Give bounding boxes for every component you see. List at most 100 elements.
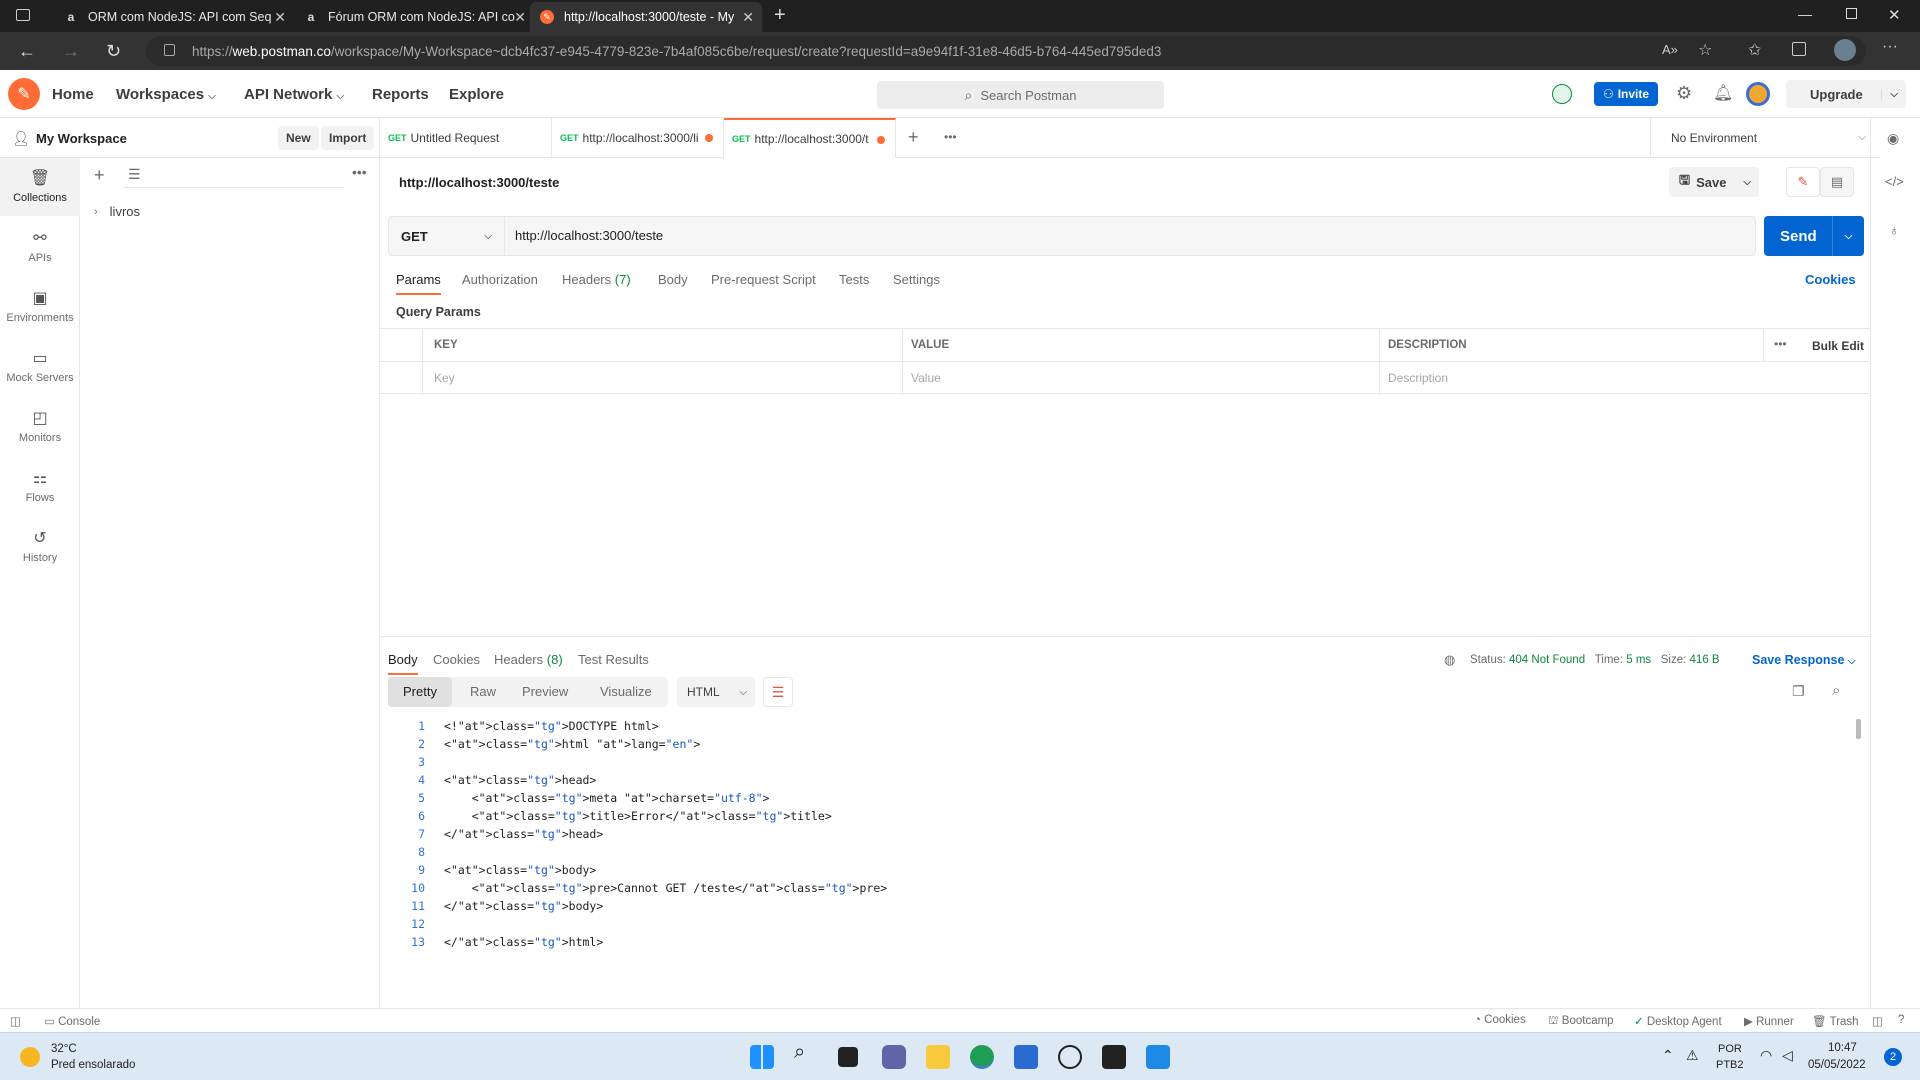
vscode-icon[interactable] xyxy=(1146,1045,1170,1069)
collection-item-livros[interactable]: › livros xyxy=(94,204,140,219)
environment-quick-look-icon[interactable]: ◉ xyxy=(1887,130,1899,147)
upgrade-button[interactable]: Upgrade ⌵ xyxy=(1786,80,1906,108)
lightbulb-icon[interactable]: ♁ xyxy=(1889,222,1900,238)
new-tab-icon[interactable]: + xyxy=(774,4,786,27)
dell-icon[interactable] xyxy=(1058,1045,1082,1069)
url-field[interactable]: https://web.postman.co/workspace/My-Work… xyxy=(146,36,1866,66)
wifi-icon[interactable]: ◠ xyxy=(1760,1047,1772,1064)
search-response-icon[interactable]: ⌕ xyxy=(1832,682,1840,699)
response-tab-headers[interactable]: Headers (8) xyxy=(494,652,563,667)
tab-headers[interactable]: Headers (7) xyxy=(562,272,631,287)
trash-button[interactable]: 🗑︎ Trash xyxy=(1812,1014,1859,1028)
settings-gear-icon[interactable]: ⚙ xyxy=(1676,83,1692,104)
request-title[interactable]: http://localhost:3000/teste xyxy=(399,175,559,190)
forward-icon[interactable]: → xyxy=(62,41,80,62)
code-snippet-icon[interactable]: </> xyxy=(1885,174,1904,189)
tab-actions-icon[interactable] xyxy=(16,9,30,21)
input-lang-2[interactable]: PTB2 xyxy=(1716,1059,1744,1071)
request-tab-1[interactable]: GET Untitled Request xyxy=(380,118,552,158)
favorites-icon[interactable]: ✩ xyxy=(1748,40,1761,60)
file-explorer-icon[interactable] xyxy=(926,1045,950,1069)
request-tab-2[interactable]: GET http://localhost:3000/li xyxy=(552,118,724,158)
copy-icon[interactable]: ❐ xyxy=(1792,683,1805,700)
workspace-name[interactable]: My Workspace xyxy=(36,131,127,146)
comments-icon[interactable]: ▤ xyxy=(1820,167,1854,197)
browser-menu-icon[interactable]: ··· xyxy=(1882,38,1898,56)
edit-pencil-icon[interactable]: ✎ xyxy=(1786,167,1820,197)
send-button[interactable]: Send ⌵ xyxy=(1764,216,1864,256)
weather-temp[interactable]: 32°C xyxy=(51,1043,77,1055)
clock-time[interactable]: 10:47 xyxy=(1828,1042,1857,1054)
filter-input[interactable] xyxy=(124,166,344,188)
profile-avatar[interactable] xyxy=(1834,39,1856,61)
rail-flows[interactable]: ⚏ Flows xyxy=(0,458,80,516)
tab-authorization[interactable]: Authorization xyxy=(462,272,538,287)
cookies-button[interactable]: ◔ Cookies xyxy=(1474,1014,1526,1026)
rail-history[interactable]: ↺ History xyxy=(0,518,80,576)
search-taskbar-icon[interactable]: ⌕ xyxy=(794,1041,818,1065)
nav-home[interactable]: Home xyxy=(52,86,94,103)
tab-params[interactable]: Params xyxy=(396,272,441,295)
tab-prerequest-script[interactable]: Pre-request Script xyxy=(711,272,816,287)
clock-date[interactable]: 05/05/2022 xyxy=(1808,1059,1866,1071)
nav-api-network[interactable]: API Network ⌵ xyxy=(244,86,344,103)
restore-icon[interactable] xyxy=(1846,8,1857,19)
rail-collections[interactable]: 🗑︎ Collections xyxy=(0,158,80,216)
rail-monitors[interactable]: ◰ Monitors xyxy=(0,398,80,456)
more-options-icon[interactable]: ••• xyxy=(1774,337,1787,351)
teams-chat-icon[interactable] xyxy=(882,1045,906,1069)
close-tab-icon[interactable]: ✕ xyxy=(274,9,286,26)
reload-icon[interactable]: ↻ xyxy=(106,41,121,62)
tab-settings[interactable]: Settings xyxy=(893,272,940,287)
security-warning-icon[interactable]: ⚠ xyxy=(1686,1047,1699,1064)
notifications-bell-icon[interactable]: 🔔︎ xyxy=(1713,83,1733,103)
add-collection-icon[interactable]: + xyxy=(94,165,105,186)
bootcamp-button[interactable]: ⛫ Bootcamp xyxy=(1548,1014,1614,1029)
rail-mock-servers[interactable]: ▭ Mock Servers xyxy=(0,338,80,396)
terminal-icon[interactable] xyxy=(1102,1045,1126,1069)
weather-desc[interactable]: Pred ensolarado xyxy=(51,1059,135,1071)
collections-browser-icon[interactable] xyxy=(1792,42,1806,56)
key-input[interactable]: Key xyxy=(434,371,455,385)
microsoft-store-icon[interactable] xyxy=(1014,1045,1038,1069)
chevron-down-icon[interactable]: ⌵ xyxy=(1743,177,1751,188)
new-button[interactable]: New xyxy=(278,126,319,150)
weather-sun-icon[interactable] xyxy=(20,1047,40,1067)
invite-button[interactable]: ⚇ Invite xyxy=(1594,82,1658,106)
task-view-icon[interactable] xyxy=(838,1047,858,1067)
console-button[interactable]: ▭ Console xyxy=(44,1014,100,1028)
show-hidden-icons-icon[interactable]: ⌃ xyxy=(1662,1047,1674,1064)
format-select[interactable]: HTML ⌵ xyxy=(677,677,755,707)
favorite-add-icon[interactable]: ☆ xyxy=(1698,40,1712,60)
nav-explore[interactable]: Explore xyxy=(449,86,504,103)
input-lang-1[interactable]: POR xyxy=(1718,1043,1742,1055)
close-tab-icon[interactable]: ✕ xyxy=(742,9,754,26)
read-aloud-icon[interactable]: A» xyxy=(1662,42,1678,57)
edge-browser-icon[interactable] xyxy=(970,1045,994,1069)
browser-tab-2[interactable]: a Fórum ORM com NodeJS: API co ✕ xyxy=(294,2,534,32)
view-raw[interactable]: Raw xyxy=(470,684,496,699)
rail-apis[interactable]: ⚯ APIs xyxy=(0,218,80,276)
new-request-tab-icon[interactable]: + xyxy=(908,127,919,148)
user-avatar[interactable] xyxy=(1746,82,1770,106)
request-tab-3[interactable]: GET http://localhost:3000/t xyxy=(724,118,896,158)
response-tab-test-results[interactable]: Test Results xyxy=(578,652,649,667)
chevron-down-icon[interactable]: ⌵ xyxy=(1881,88,1898,100)
import-button[interactable]: Import xyxy=(321,126,375,150)
bulk-edit-button[interactable]: Bulk Edit xyxy=(1812,339,1864,353)
windows-start-icon[interactable] xyxy=(750,1045,774,1069)
value-input[interactable]: Value xyxy=(911,371,941,385)
browser-tab-3[interactable]: ✎ http://localhost:3000/teste - My ✕ xyxy=(530,2,762,32)
chevron-down-icon[interactable]: ⌵ xyxy=(1832,216,1864,256)
desktop-agent-button[interactable]: ✓ Desktop Agent xyxy=(1634,1014,1722,1028)
cookies-link[interactable]: Cookies xyxy=(1805,272,1856,287)
help-icon[interactable]: ? xyxy=(1898,1014,1904,1026)
request-url-input[interactable]: http://localhost:3000/teste xyxy=(515,228,663,243)
description-input[interactable]: Description xyxy=(1388,371,1448,385)
wrap-lines-icon[interactable]: ☰ xyxy=(763,677,793,707)
response-tab-cookies[interactable]: Cookies xyxy=(433,652,480,667)
postman-logo-icon[interactable]: ✎ xyxy=(8,78,40,110)
view-pretty[interactable]: Pretty xyxy=(388,677,452,707)
tab-options-icon[interactable]: ••• xyxy=(944,130,957,144)
view-preview[interactable]: Preview xyxy=(522,684,568,699)
